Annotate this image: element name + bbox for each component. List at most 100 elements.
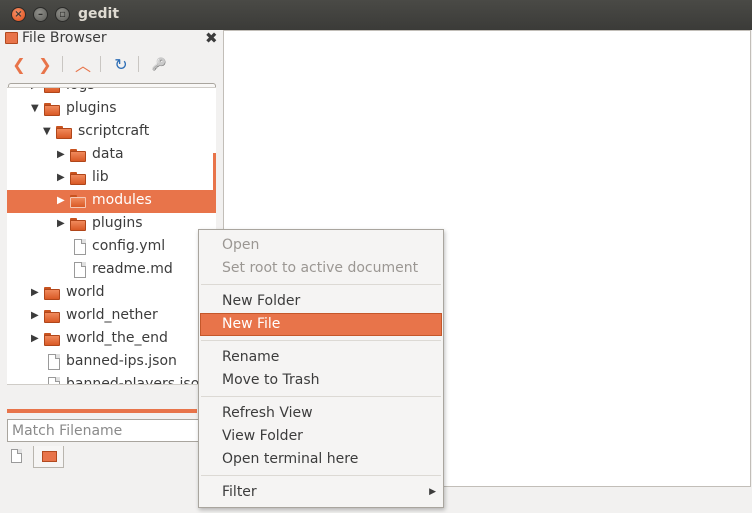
tree-folder-row[interactable]: ▶ plugins: [7, 213, 216, 236]
collapse-arrow-icon[interactable]: ▼: [31, 103, 39, 114]
chevron-up-icon: ︿: [74, 56, 91, 75]
menu-item-refresh-view[interactable]: Refresh View: [200, 402, 442, 425]
menu-item-new-folder[interactable]: New Folder: [200, 290, 442, 313]
tab-documents[interactable]: [4, 446, 30, 468]
tree-folder-row[interactable]: ▶ world_nether: [7, 305, 216, 328]
file-browser-tab-icon: [42, 451, 57, 462]
menu-separator: [201, 475, 441, 476]
expand-arrow-icon[interactable]: ▶: [57, 149, 65, 160]
tree-file-row[interactable]: banned-players.json: [7, 374, 216, 385]
tree-item-label: data: [92, 146, 124, 162]
menu-item-label: View Folder: [222, 428, 303, 444]
tree-item-label: banned-players.json: [66, 376, 209, 385]
tree-file-row[interactable]: readme.md: [7, 259, 216, 282]
document-icon: [11, 449, 22, 463]
file-icon: [74, 262, 86, 278]
tree-folder-row[interactable]: ▶ world_the_end: [7, 328, 216, 351]
menu-item-open: Open: [200, 234, 442, 257]
folder-icon: [44, 88, 60, 93]
panel-header: File Browser ✖: [0, 29, 222, 48]
tree-item-label: readme.md: [92, 261, 173, 277]
tree-item-label: plugins: [66, 100, 117, 116]
chevron-left-icon: ❮: [12, 54, 26, 74]
title-bar: × – ▫ gedit: [0, 0, 752, 30]
menu-separator: [201, 340, 441, 341]
filter-button[interactable]: 🔑: [148, 53, 170, 75]
menu-item-new-file[interactable]: New File: [200, 313, 442, 336]
expand-arrow-icon[interactable]: ▶: [57, 218, 65, 229]
horizontal-scrollbar[interactable]: [7, 409, 197, 413]
menu-item-view-folder[interactable]: View Folder: [200, 425, 442, 448]
key-icon: 🔑: [151, 57, 167, 71]
expand-arrow-icon[interactable]: ▶: [31, 88, 39, 91]
menu-item-rename[interactable]: Rename: [200, 346, 442, 369]
menu-item-set-root-to-active-document: Set root to active document: [200, 257, 442, 280]
tree-item-label: config.yml: [92, 238, 166, 254]
folder-icon: [70, 149, 86, 162]
submenu-arrow-icon: ▶: [429, 487, 436, 497]
expand-arrow-icon[interactable]: ▶: [31, 287, 39, 298]
chevron-right-icon: ❯: [38, 54, 52, 74]
toolbar-separator: [62, 56, 63, 72]
folder-icon: [70, 172, 86, 185]
minimize-window-button[interactable]: –: [33, 7, 48, 22]
forward-button[interactable]: ❯: [34, 53, 56, 75]
file-browser-toolbar: ❮ ❯ ︿ ↻ 🔑: [0, 50, 222, 78]
panel-title: File Browser: [22, 30, 107, 46]
tree-folder-row[interactable]: ▼ plugins: [7, 98, 216, 121]
menu-item-label: Rename: [222, 349, 280, 365]
menu-item-label: Open terminal here: [222, 451, 359, 467]
up-button[interactable]: ︿: [72, 53, 94, 75]
file-icon: [74, 239, 86, 255]
tree-file-row[interactable]: config.yml: [7, 236, 216, 259]
tree-file-row[interactable]: banned-ips.json: [7, 351, 216, 374]
match-filename-field[interactable]: [7, 419, 216, 442]
folder-icon: [70, 195, 86, 208]
tree-folder-row[interactable]: ▶ logs: [7, 88, 216, 98]
expand-arrow-icon[interactable]: ▶: [31, 310, 39, 321]
tree-folder-row[interactable]: ▶ world: [7, 282, 216, 305]
file-tree[interactable]: ▶ logs ▼ plugins ▼ scriptcraft ▶ data ▶ lib ▶ modul…: [7, 87, 216, 385]
folder-icon: [44, 333, 60, 346]
refresh-button[interactable]: ↻: [110, 53, 132, 75]
menu-item-move-to-trash[interactable]: Move to Trash: [200, 369, 442, 392]
expand-arrow-icon[interactable]: ▶: [57, 195, 65, 206]
tree-item-label: scriptcraft: [78, 123, 150, 139]
vertical-scrollbar[interactable]: [213, 153, 216, 201]
tree-item-label: logs: [66, 88, 95, 93]
menu-item-label: New Folder: [222, 293, 301, 309]
collapse-arrow-icon[interactable]: ▼: [43, 126, 51, 137]
tree-folder-row[interactable]: ▶ data: [7, 144, 216, 167]
tab-file-browser[interactable]: [33, 446, 64, 468]
folder-icon: [70, 218, 86, 231]
folder-icon: [44, 310, 60, 323]
menu-item-filter[interactable]: Filter ▶: [200, 481, 442, 504]
tree-folder-row[interactable]: ▼ scriptcraft: [7, 121, 216, 144]
folder-icon: [44, 103, 60, 116]
tree-item-label: world_the_end: [66, 330, 168, 346]
maximize-window-button[interactable]: ▫: [55, 7, 70, 22]
tree-folder-row[interactable]: ▶ modules: [7, 190, 216, 213]
menu-item-label: Refresh View: [222, 405, 313, 421]
tree-item-label: world: [66, 284, 105, 300]
panel-close-icon[interactable]: ✖: [205, 29, 218, 47]
tree-item-label: banned-ips.json: [66, 353, 177, 369]
window-title: gedit: [78, 6, 120, 22]
tree-item-label: plugins: [92, 215, 143, 231]
menu-item-open-terminal-here[interactable]: Open terminal here: [200, 448, 442, 471]
match-filename-input[interactable]: [12, 421, 212, 440]
tree-item-label: lib: [92, 169, 109, 185]
tree-item-label: world_nether: [66, 307, 158, 323]
back-button[interactable]: ❮: [8, 53, 30, 75]
expand-arrow-icon[interactable]: ▶: [31, 333, 39, 344]
expand-arrow-icon[interactable]: ▶: [57, 172, 65, 183]
toolbar-separator: [100, 56, 101, 72]
menu-item-label: Move to Trash: [222, 372, 320, 388]
context-menu: Open Set root to active document New Folde…: [198, 229, 444, 508]
close-window-button[interactable]: ×: [11, 7, 26, 22]
refresh-icon: ↻: [114, 54, 128, 74]
menu-item-label: Open: [222, 237, 260, 253]
file-icon: [48, 354, 60, 370]
menu-item-label: Filter: [222, 484, 257, 500]
tree-folder-row[interactable]: ▶ lib: [7, 167, 216, 190]
